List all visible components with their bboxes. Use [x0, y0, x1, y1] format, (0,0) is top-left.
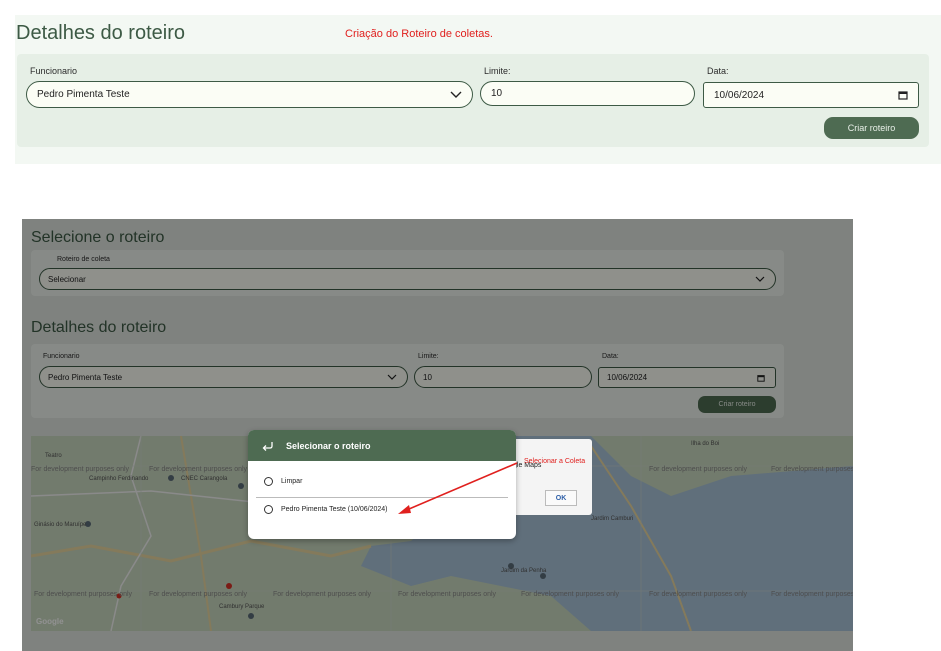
limite-value: 10 — [491, 88, 503, 99]
option-label: Pedro Pimenta Teste (10/06/2024) — [281, 506, 388, 513]
option-limpar[interactable]: Limpar — [264, 477, 302, 486]
option-label: Limpar — [281, 478, 303, 485]
annotation-arrow-icon — [398, 462, 518, 514]
limite-input[interactable]: 10 — [480, 81, 695, 106]
limite-label: Limite: — [484, 66, 511, 76]
page-title: Detalhes do roteiro — [16, 22, 185, 44]
modal-header: Selecionar o roteiro — [248, 430, 516, 461]
chevron-down-icon — [450, 91, 462, 98]
modal-title: Selecionar o roteiro — [286, 440, 371, 451]
back-arrow-icon[interactable] — [262, 441, 274, 451]
funcionario-label: Funcionario — [30, 66, 78, 76]
data-label: Data: — [707, 66, 729, 76]
embedded-screenshot: Selecione o roteiro Roteiro de coleta Se… — [22, 219, 853, 651]
arrow-annotation-text: Selecionar a Coleta — [524, 458, 586, 465]
calendar-icon[interactable] — [898, 90, 908, 100]
google-maps-ok-button[interactable]: OK — [545, 490, 577, 506]
data-value: 10/06/2024 — [714, 89, 765, 101]
funcionario-value: Pedro Pimenta Teste — [37, 89, 130, 100]
radio-button[interactable] — [264, 477, 273, 486]
data-input[interactable]: 10/06/2024 — [703, 82, 919, 108]
annotation-text: Criação do Roteiro de coletas. — [345, 28, 493, 40]
funcionario-select[interactable]: Pedro Pimenta Teste — [26, 81, 473, 108]
option-pedro-pimenta[interactable]: Pedro Pimenta Teste (10/06/2024) — [264, 505, 388, 514]
criar-roteiro-button[interactable]: Criar roteiro — [824, 117, 919, 139]
radio-button[interactable] — [264, 505, 273, 514]
